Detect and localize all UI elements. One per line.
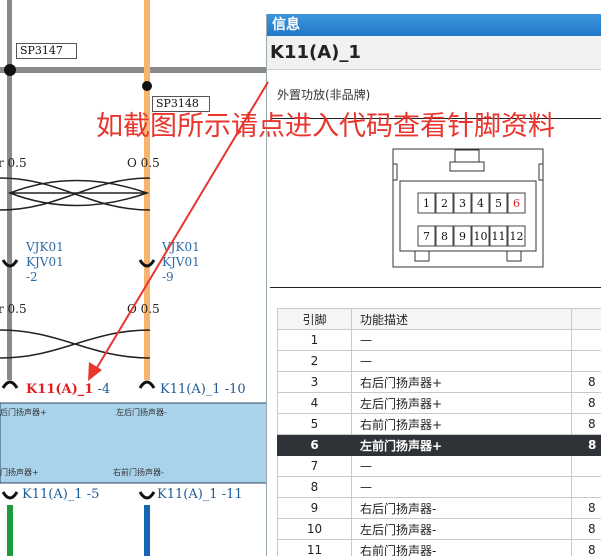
- annotation-text: 如截图所示请点进入代码查看针脚资料: [96, 111, 555, 142]
- annotation-arrow-icon: [88, 81, 269, 381]
